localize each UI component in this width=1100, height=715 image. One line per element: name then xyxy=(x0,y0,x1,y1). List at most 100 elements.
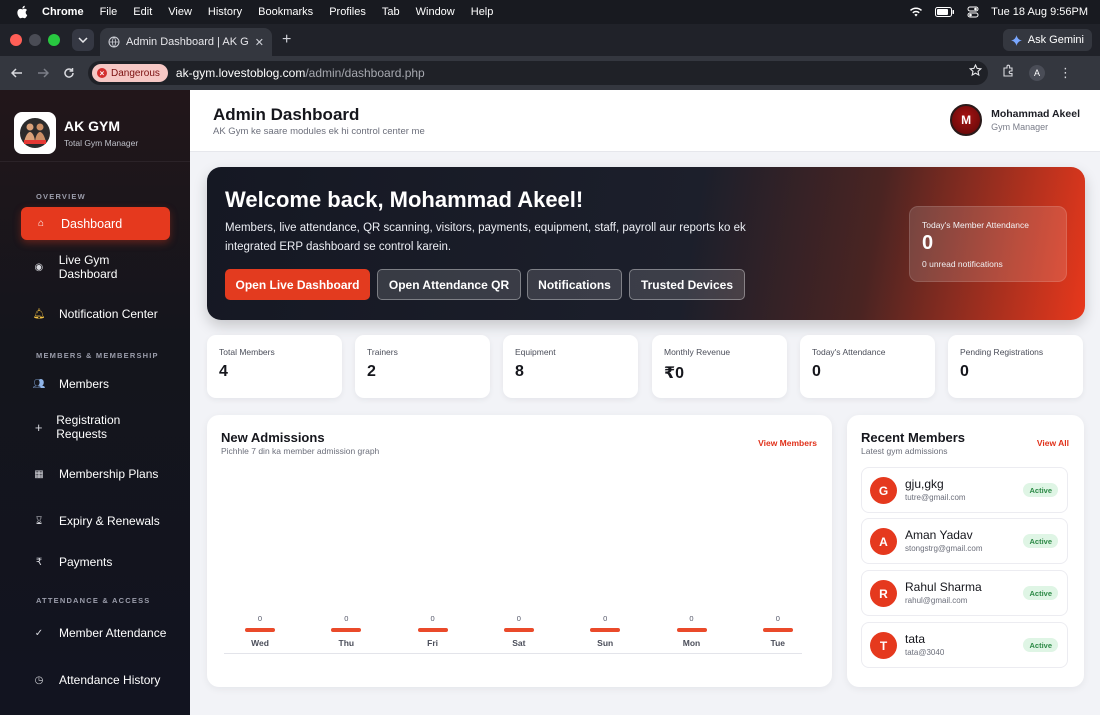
view-all-link[interactable]: View All xyxy=(1037,438,1069,448)
sidebar-item-label: Attendance History xyxy=(59,673,161,687)
bar xyxy=(245,628,275,632)
member-email: tata@3040 xyxy=(905,648,945,657)
menu-view[interactable]: View xyxy=(168,6,192,18)
brand-name: AK GYM xyxy=(64,117,120,134)
list-item[interactable]: R Rahul Sharma rahul@gmail.com Active xyxy=(861,570,1068,616)
trusted-devices-button[interactable]: Trusted Devices xyxy=(629,269,745,300)
address-bar[interactable]: × Dangerous ak-gym.lovestoblog.com/admin… xyxy=(88,61,988,85)
bar xyxy=(417,628,448,632)
tab-search-button[interactable] xyxy=(72,29,94,51)
globe-icon xyxy=(108,36,120,48)
menu-edit[interactable]: Edit xyxy=(133,6,152,18)
menu-history[interactable]: History xyxy=(208,6,242,18)
bar-category-label: Thu xyxy=(338,638,355,648)
close-tab-icon[interactable]: ✕ xyxy=(255,36,264,49)
bar xyxy=(590,628,621,632)
list-item[interactable]: T tata tata@3040 Active xyxy=(861,622,1068,668)
plans-icon: ▦ xyxy=(34,468,44,480)
sidebar-item-member-attendance[interactable]: ✓ Member Attendance xyxy=(21,618,170,648)
stat-card-total-members[interactable]: Total Members 4 xyxy=(207,335,342,398)
back-arrow-icon[interactable] xyxy=(4,68,30,78)
page-header: Admin Dashboard AK Gym ke saare modules … xyxy=(190,90,1100,152)
clock-icon: ◷ xyxy=(34,674,44,686)
menu-profiles[interactable]: Profiles xyxy=(329,6,366,18)
gemini-icon xyxy=(1010,34,1022,46)
ask-gemini-label: Ask Gemini xyxy=(1027,34,1084,46)
battery-icon[interactable] xyxy=(935,7,955,17)
sidebar-item-attendance-history[interactable]: ◷ Attendance History xyxy=(21,665,170,695)
menubar-clock[interactable]: Tue 18 Aug 9:56PM xyxy=(991,6,1088,18)
welcome-title: Welcome back, Mohammad Akeel! xyxy=(225,187,584,212)
stat-label: Today's Attendance xyxy=(812,347,886,357)
security-label: Dangerous xyxy=(111,67,160,79)
profile-avatar[interactable]: A xyxy=(1029,65,1045,81)
zoom-window-button[interactable] xyxy=(48,34,60,46)
open-attendance-qr-button[interactable]: Open Attendance QR xyxy=(377,269,521,300)
list-item[interactable]: G gju,gkg tutre@gmail.com Active xyxy=(861,467,1068,513)
bookmark-star-icon[interactable] xyxy=(968,63,983,82)
new-tab-button[interactable]: + xyxy=(282,31,291,49)
reload-icon[interactable] xyxy=(56,67,82,79)
more-menu-icon[interactable]: ⋮ xyxy=(1059,66,1072,79)
page-title: Admin Dashboard xyxy=(213,105,360,124)
window-controls xyxy=(10,34,60,46)
menu-help[interactable]: Help xyxy=(471,6,494,18)
rupee-icon: ₹ xyxy=(35,556,43,568)
stat-card-todays-attendance[interactable]: Today's Attendance 0 xyxy=(800,335,935,398)
avatar: G xyxy=(870,477,897,504)
menu-chrome[interactable]: Chrome xyxy=(42,6,84,18)
sidebar-item-payments[interactable]: ₹ Payments xyxy=(21,553,170,571)
bar xyxy=(503,628,534,632)
extensions-icon[interactable] xyxy=(1002,64,1015,82)
avatar[interactable]: M xyxy=(950,104,983,136)
member-email: tutre@gmail.com xyxy=(905,493,966,502)
sidebar-item-membership-plans[interactable]: ▦ Membership Plans xyxy=(21,459,170,489)
stat-value: 0 xyxy=(812,363,821,380)
user-profile[interactable]: M Mohammad Akeel Gym Manager xyxy=(950,104,1080,136)
apple-icon[interactable] xyxy=(14,4,30,20)
stat-value: 8 xyxy=(515,363,524,380)
url-path: /admin/dashboard.php xyxy=(305,66,425,80)
stat-card-trainers[interactable]: Trainers 2 xyxy=(355,335,490,398)
sidebar-item-registration-requests[interactable]: + Registration Requests xyxy=(21,412,170,442)
security-warning-chip[interactable]: × Dangerous xyxy=(92,64,168,82)
ask-gemini-button[interactable]: Ask Gemini xyxy=(1002,29,1092,51)
bar-value-label: 0 xyxy=(430,614,435,623)
section-members: MEMBERS & MEMBERSHIP xyxy=(36,351,159,360)
stat-label: Pending Registrations xyxy=(960,347,1044,357)
browser-tab-active[interactable]: Admin Dashboard | AK Gym ✕ xyxy=(100,28,272,56)
forward-arrow-icon[interactable] xyxy=(30,68,56,78)
close-window-button[interactable] xyxy=(10,34,22,46)
gym-logo[interactable] xyxy=(14,111,56,154)
sidebar-item-live-gym-dashboard[interactable]: ◉ Live Gym Dashboard xyxy=(21,252,170,282)
menu-file[interactable]: File xyxy=(100,6,118,18)
sidebar-item-dashboard[interactable]: ⌂ Dashboard xyxy=(21,207,170,240)
notifications-button[interactable]: Notifications xyxy=(527,269,622,300)
open-live-dashboard-button[interactable]: Open Live Dashboard xyxy=(225,269,370,300)
plus-icon: + xyxy=(34,419,43,435)
warning-icon: × xyxy=(97,68,107,78)
bar-value-label: 0 xyxy=(603,614,608,623)
wifi-icon[interactable] xyxy=(909,7,923,17)
user-role: Gym Manager xyxy=(991,122,1049,132)
menu-tab[interactable]: Tab xyxy=(382,6,400,18)
sidebar-item-notification-center[interactable]: 🔔︎ Notification Center xyxy=(21,299,170,329)
status-badge: Active xyxy=(1023,638,1058,652)
menu-window[interactable]: Window xyxy=(416,6,455,18)
status-badge: Active xyxy=(1023,534,1058,548)
sidebar-item-expiry-renewals[interactable]: ⌛︎ Expiry & Renewals xyxy=(21,506,170,536)
sidebar-item-members[interactable]: 👥︎ Members xyxy=(21,375,170,393)
list-item[interactable]: A Aman Yadav stongstrg@gmail.com Active xyxy=(861,518,1068,564)
url-text[interactable]: ak-gym.lovestoblog.com/admin/dashboard.p… xyxy=(176,66,969,80)
menu-bookmarks[interactable]: Bookmarks xyxy=(258,6,313,18)
stat-card-equipment[interactable]: Equipment 8 xyxy=(503,335,638,398)
member-name: Rahul Sharma xyxy=(905,580,982,594)
bell-icon: 🔔︎ xyxy=(32,308,46,320)
minimize-window-button[interactable] xyxy=(29,34,41,46)
view-members-link[interactable]: View Members xyxy=(758,438,817,448)
status-badge: Active xyxy=(1023,483,1058,497)
stat-card-pending-registrations[interactable]: Pending Registrations 0 xyxy=(948,335,1083,398)
stat-label: Total Members xyxy=(219,347,275,357)
stat-card-monthly-revenue[interactable]: Monthly Revenue ₹0 xyxy=(652,335,787,398)
control-center-icon[interactable] xyxy=(967,6,979,18)
